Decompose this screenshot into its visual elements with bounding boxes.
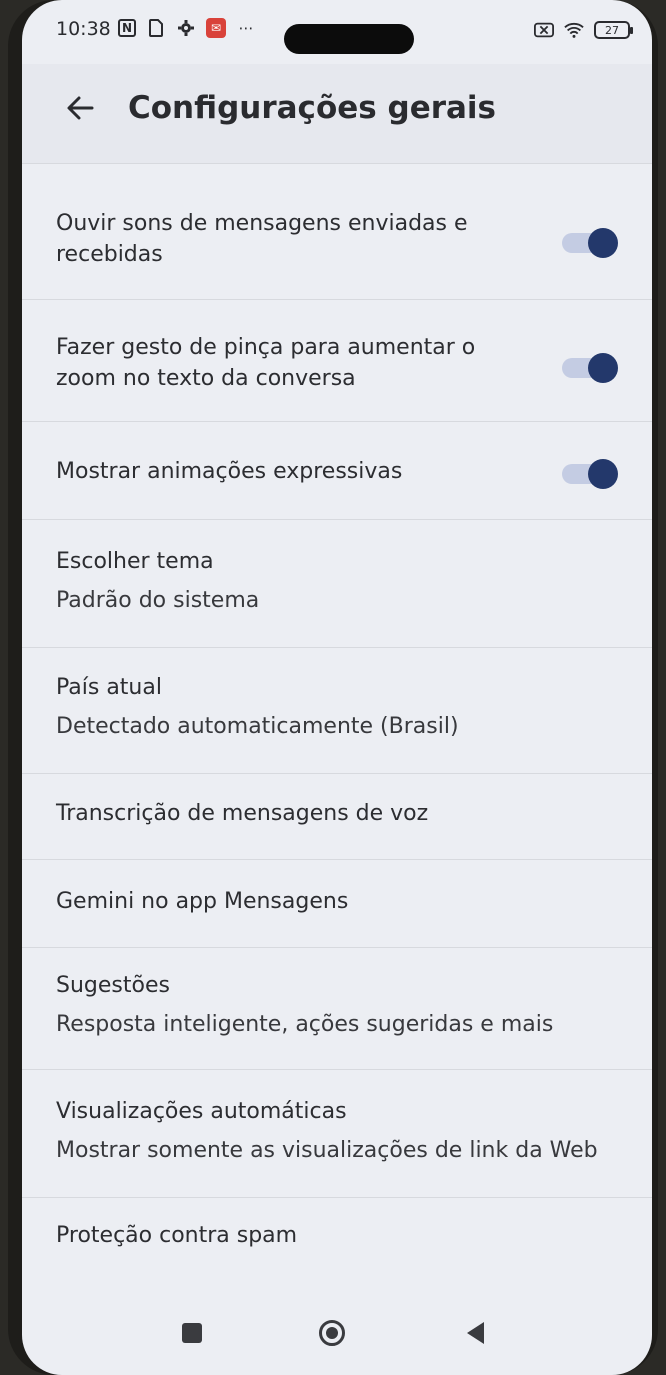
toggle-thumb <box>588 459 618 489</box>
recents-icon <box>182 1323 202 1343</box>
setting-country[interactable]: País atual Detectado automaticamente (Br… <box>22 648 652 774</box>
setting-gemini[interactable]: Gemini no app Mensagens <box>22 860 652 948</box>
status-time: 10:38 <box>56 18 111 40</box>
phone-frame: 10:38 N ✉ ⋯ 27 Configurações gerais Ouvi… <box>8 0 658 1375</box>
sim-icon <box>146 18 166 38</box>
setting-title: Gemini no app Mensagens <box>56 889 349 914</box>
back-triangle-icon <box>467 1322 484 1344</box>
sounds-toggle[interactable] <box>562 228 618 258</box>
arrow-left-icon <box>67 96 94 120</box>
setting-title-line2: recebidas <box>56 242 163 267</box>
status-icons-left: N ✉ ⋯ <box>118 18 256 38</box>
setting-sounds[interactable]: Ouvir sons de mensagens enviadas e receb… <box>22 180 652 300</box>
setting-title: Visualizações automáticas <box>56 1099 347 1124</box>
x-signal-icon <box>534 20 554 40</box>
setting-transcription[interactable]: Transcrição de mensagens de voz <box>22 774 652 860</box>
battery-icon: 27 <box>594 21 633 39</box>
home-icon <box>319 1320 345 1346</box>
recents-button[interactable] <box>174 1315 210 1351</box>
setting-title: Mostrar animações expressivas <box>56 459 403 484</box>
status-bar: 10:38 N ✉ ⋯ 27 <box>22 0 652 64</box>
setting-spam[interactable]: Proteção contra spam <box>22 1198 652 1284</box>
pinch-zoom-toggle[interactable] <box>562 353 618 383</box>
camera-notch <box>284 24 414 54</box>
screen: 10:38 N ✉ ⋯ 27 Configurações gerais Ouvi… <box>22 0 652 1375</box>
page-title: Configurações gerais <box>128 90 497 126</box>
gear-icon <box>176 18 196 38</box>
app-bar: Configurações gerais <box>22 64 652 164</box>
setting-title: Sugestões <box>56 973 170 998</box>
home-button[interactable] <box>314 1315 350 1351</box>
back-button[interactable] <box>62 90 98 126</box>
setting-animations[interactable]: Mostrar animações expressivas <box>22 422 652 520</box>
toggle-thumb <box>588 228 618 258</box>
nfc-icon: N <box>118 19 136 37</box>
setting-pinch-zoom[interactable]: Fazer gesto de pinça para aumentar o zoo… <box>22 300 652 422</box>
setting-text: País atual Detectado automaticamente (Br… <box>56 672 459 742</box>
setting-title: País atual <box>56 675 162 700</box>
app-notification-icon: ✉ <box>206 18 226 38</box>
setting-text: Visualizações automáticas Mostrar soment… <box>56 1096 598 1166</box>
setting-title-line1: Fazer gesto de pinça para aumentar o <box>56 335 476 360</box>
setting-text: Sugestões Resposta inteligente, ações su… <box>56 970 553 1040</box>
setting-text: Escolher tema Padrão do sistema <box>56 546 259 616</box>
animations-toggle[interactable] <box>562 459 618 489</box>
setting-title-line2: zoom no texto da conversa <box>56 366 356 391</box>
setting-subtitle: Resposta inteligente, ações sugeridas e … <box>56 1012 554 1037</box>
navigation-bar <box>22 1295 652 1375</box>
more-icon: ⋯ <box>238 19 254 37</box>
setting-previews[interactable]: Visualizações automáticas Mostrar soment… <box>22 1070 652 1198</box>
setting-theme[interactable]: Escolher tema Padrão do sistema <box>22 520 652 648</box>
setting-subtitle: Detectado automaticamente (Brasil) <box>56 714 459 739</box>
setting-title: Proteção contra spam <box>56 1223 298 1248</box>
status-icons-right: 27 <box>534 20 633 40</box>
toggle-thumb <box>588 353 618 383</box>
setting-title: Escolher tema <box>56 549 214 574</box>
setting-title-line1: Ouvir sons de mensagens enviadas e <box>56 211 468 236</box>
nav-back-button[interactable] <box>458 1315 494 1351</box>
setting-suggestions[interactable]: Sugestões Resposta inteligente, ações su… <box>22 948 652 1070</box>
setting-title: Ouvir sons de mensagens enviadas e receb… <box>56 208 468 270</box>
setting-subtitle: Mostrar somente as visualizações de link… <box>56 1138 598 1163</box>
setting-title: Transcrição de mensagens de voz <box>56 801 429 826</box>
setting-subtitle: Padrão do sistema <box>56 588 260 613</box>
wifi-icon <box>564 20 584 40</box>
setting-title: Fazer gesto de pinça para aumentar o zoo… <box>56 332 475 394</box>
